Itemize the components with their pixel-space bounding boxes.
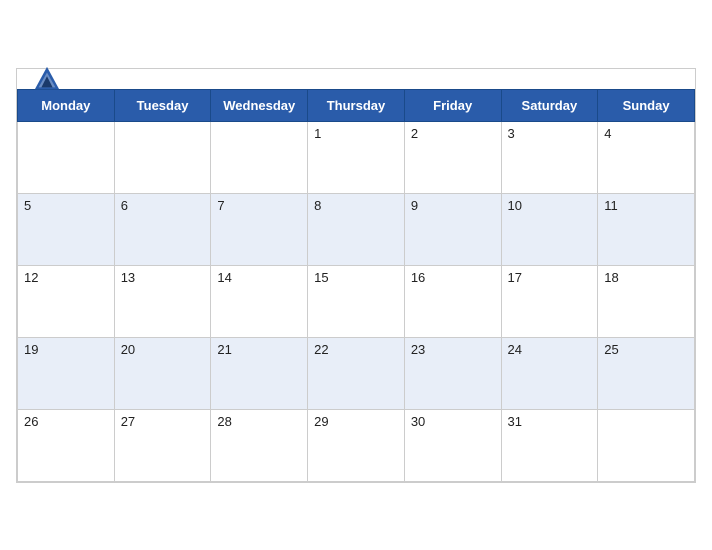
day-number: 23	[411, 342, 425, 357]
calendar-header	[17, 69, 695, 89]
calendar-day-cell: 9	[404, 193, 501, 265]
weekday-wednesday: Wednesday	[211, 89, 308, 121]
calendar-day-cell: 18	[598, 265, 695, 337]
logo-area	[33, 65, 65, 93]
day-number: 4	[604, 126, 611, 141]
day-number: 24	[508, 342, 522, 357]
calendar-week-row: 26 27 28 29 30 31	[18, 409, 695, 481]
weekday-sunday: Sunday	[598, 89, 695, 121]
calendar-day-cell: 3	[501, 121, 598, 193]
calendar-table: Monday Tuesday Wednesday Thursday Friday…	[17, 89, 695, 482]
day-number: 28	[217, 414, 231, 429]
calendar-day-cell: 14	[211, 265, 308, 337]
day-number: 30	[411, 414, 425, 429]
calendar-day-cell: 4	[598, 121, 695, 193]
calendar-day-cell: 25	[598, 337, 695, 409]
day-number: 8	[314, 198, 321, 213]
calendar-day-cell: 31	[501, 409, 598, 481]
day-number: 9	[411, 198, 418, 213]
calendar-day-cell	[18, 121, 115, 193]
day-number: 15	[314, 270, 328, 285]
calendar-day-cell: 28	[211, 409, 308, 481]
calendar-day-cell: 22	[308, 337, 405, 409]
calendar-day-cell: 5	[18, 193, 115, 265]
calendar-day-cell: 1	[308, 121, 405, 193]
day-number: 5	[24, 198, 31, 213]
calendar-day-cell: 23	[404, 337, 501, 409]
day-number: 25	[604, 342, 618, 357]
calendar-day-cell	[211, 121, 308, 193]
day-number: 1	[314, 126, 321, 141]
day-number: 3	[508, 126, 515, 141]
day-number: 31	[508, 414, 522, 429]
calendar-day-cell	[114, 121, 211, 193]
calendar-day-cell: 20	[114, 337, 211, 409]
day-number: 14	[217, 270, 231, 285]
calendar-day-cell: 10	[501, 193, 598, 265]
calendar-day-cell: 12	[18, 265, 115, 337]
logo-icon	[33, 65, 61, 93]
day-number: 11	[604, 198, 618, 213]
day-number: 26	[24, 414, 38, 429]
day-number: 29	[314, 414, 328, 429]
weekday-thursday: Thursday	[308, 89, 405, 121]
weekday-tuesday: Tuesday	[114, 89, 211, 121]
calendar-day-cell: 6	[114, 193, 211, 265]
calendar-week-row: 19 20 21 22 23 24 25	[18, 337, 695, 409]
day-number: 12	[24, 270, 38, 285]
weekday-saturday: Saturday	[501, 89, 598, 121]
calendar-week-row: 5 6 7 8 9 10 11	[18, 193, 695, 265]
calendar-day-cell: 16	[404, 265, 501, 337]
calendar-day-cell: 27	[114, 409, 211, 481]
calendar-day-cell: 17	[501, 265, 598, 337]
day-number: 18	[604, 270, 618, 285]
day-number: 2	[411, 126, 418, 141]
weekday-friday: Friday	[404, 89, 501, 121]
day-number: 6	[121, 198, 128, 213]
day-number: 21	[217, 342, 231, 357]
calendar-day-cell: 24	[501, 337, 598, 409]
day-number: 16	[411, 270, 425, 285]
calendar-day-cell: 7	[211, 193, 308, 265]
calendar: Monday Tuesday Wednesday Thursday Friday…	[16, 68, 696, 483]
day-number: 19	[24, 342, 38, 357]
calendar-day-cell: 13	[114, 265, 211, 337]
day-number: 7	[217, 198, 224, 213]
calendar-day-cell: 11	[598, 193, 695, 265]
calendar-day-cell: 30	[404, 409, 501, 481]
calendar-week-row: 12 13 14 15 16 17 18	[18, 265, 695, 337]
day-number: 27	[121, 414, 135, 429]
calendar-day-cell	[598, 409, 695, 481]
day-number: 17	[508, 270, 522, 285]
calendar-day-cell: 2	[404, 121, 501, 193]
weekday-header-row: Monday Tuesday Wednesday Thursday Friday…	[18, 89, 695, 121]
day-number: 22	[314, 342, 328, 357]
calendar-day-cell: 19	[18, 337, 115, 409]
calendar-day-cell: 26	[18, 409, 115, 481]
calendar-week-row: 1 2 3 4	[18, 121, 695, 193]
day-number: 20	[121, 342, 135, 357]
calendar-day-cell: 15	[308, 265, 405, 337]
weekday-monday: Monday	[18, 89, 115, 121]
calendar-day-cell: 29	[308, 409, 405, 481]
day-number: 10	[508, 198, 522, 213]
calendar-day-cell: 8	[308, 193, 405, 265]
calendar-day-cell: 21	[211, 337, 308, 409]
day-number: 13	[121, 270, 135, 285]
